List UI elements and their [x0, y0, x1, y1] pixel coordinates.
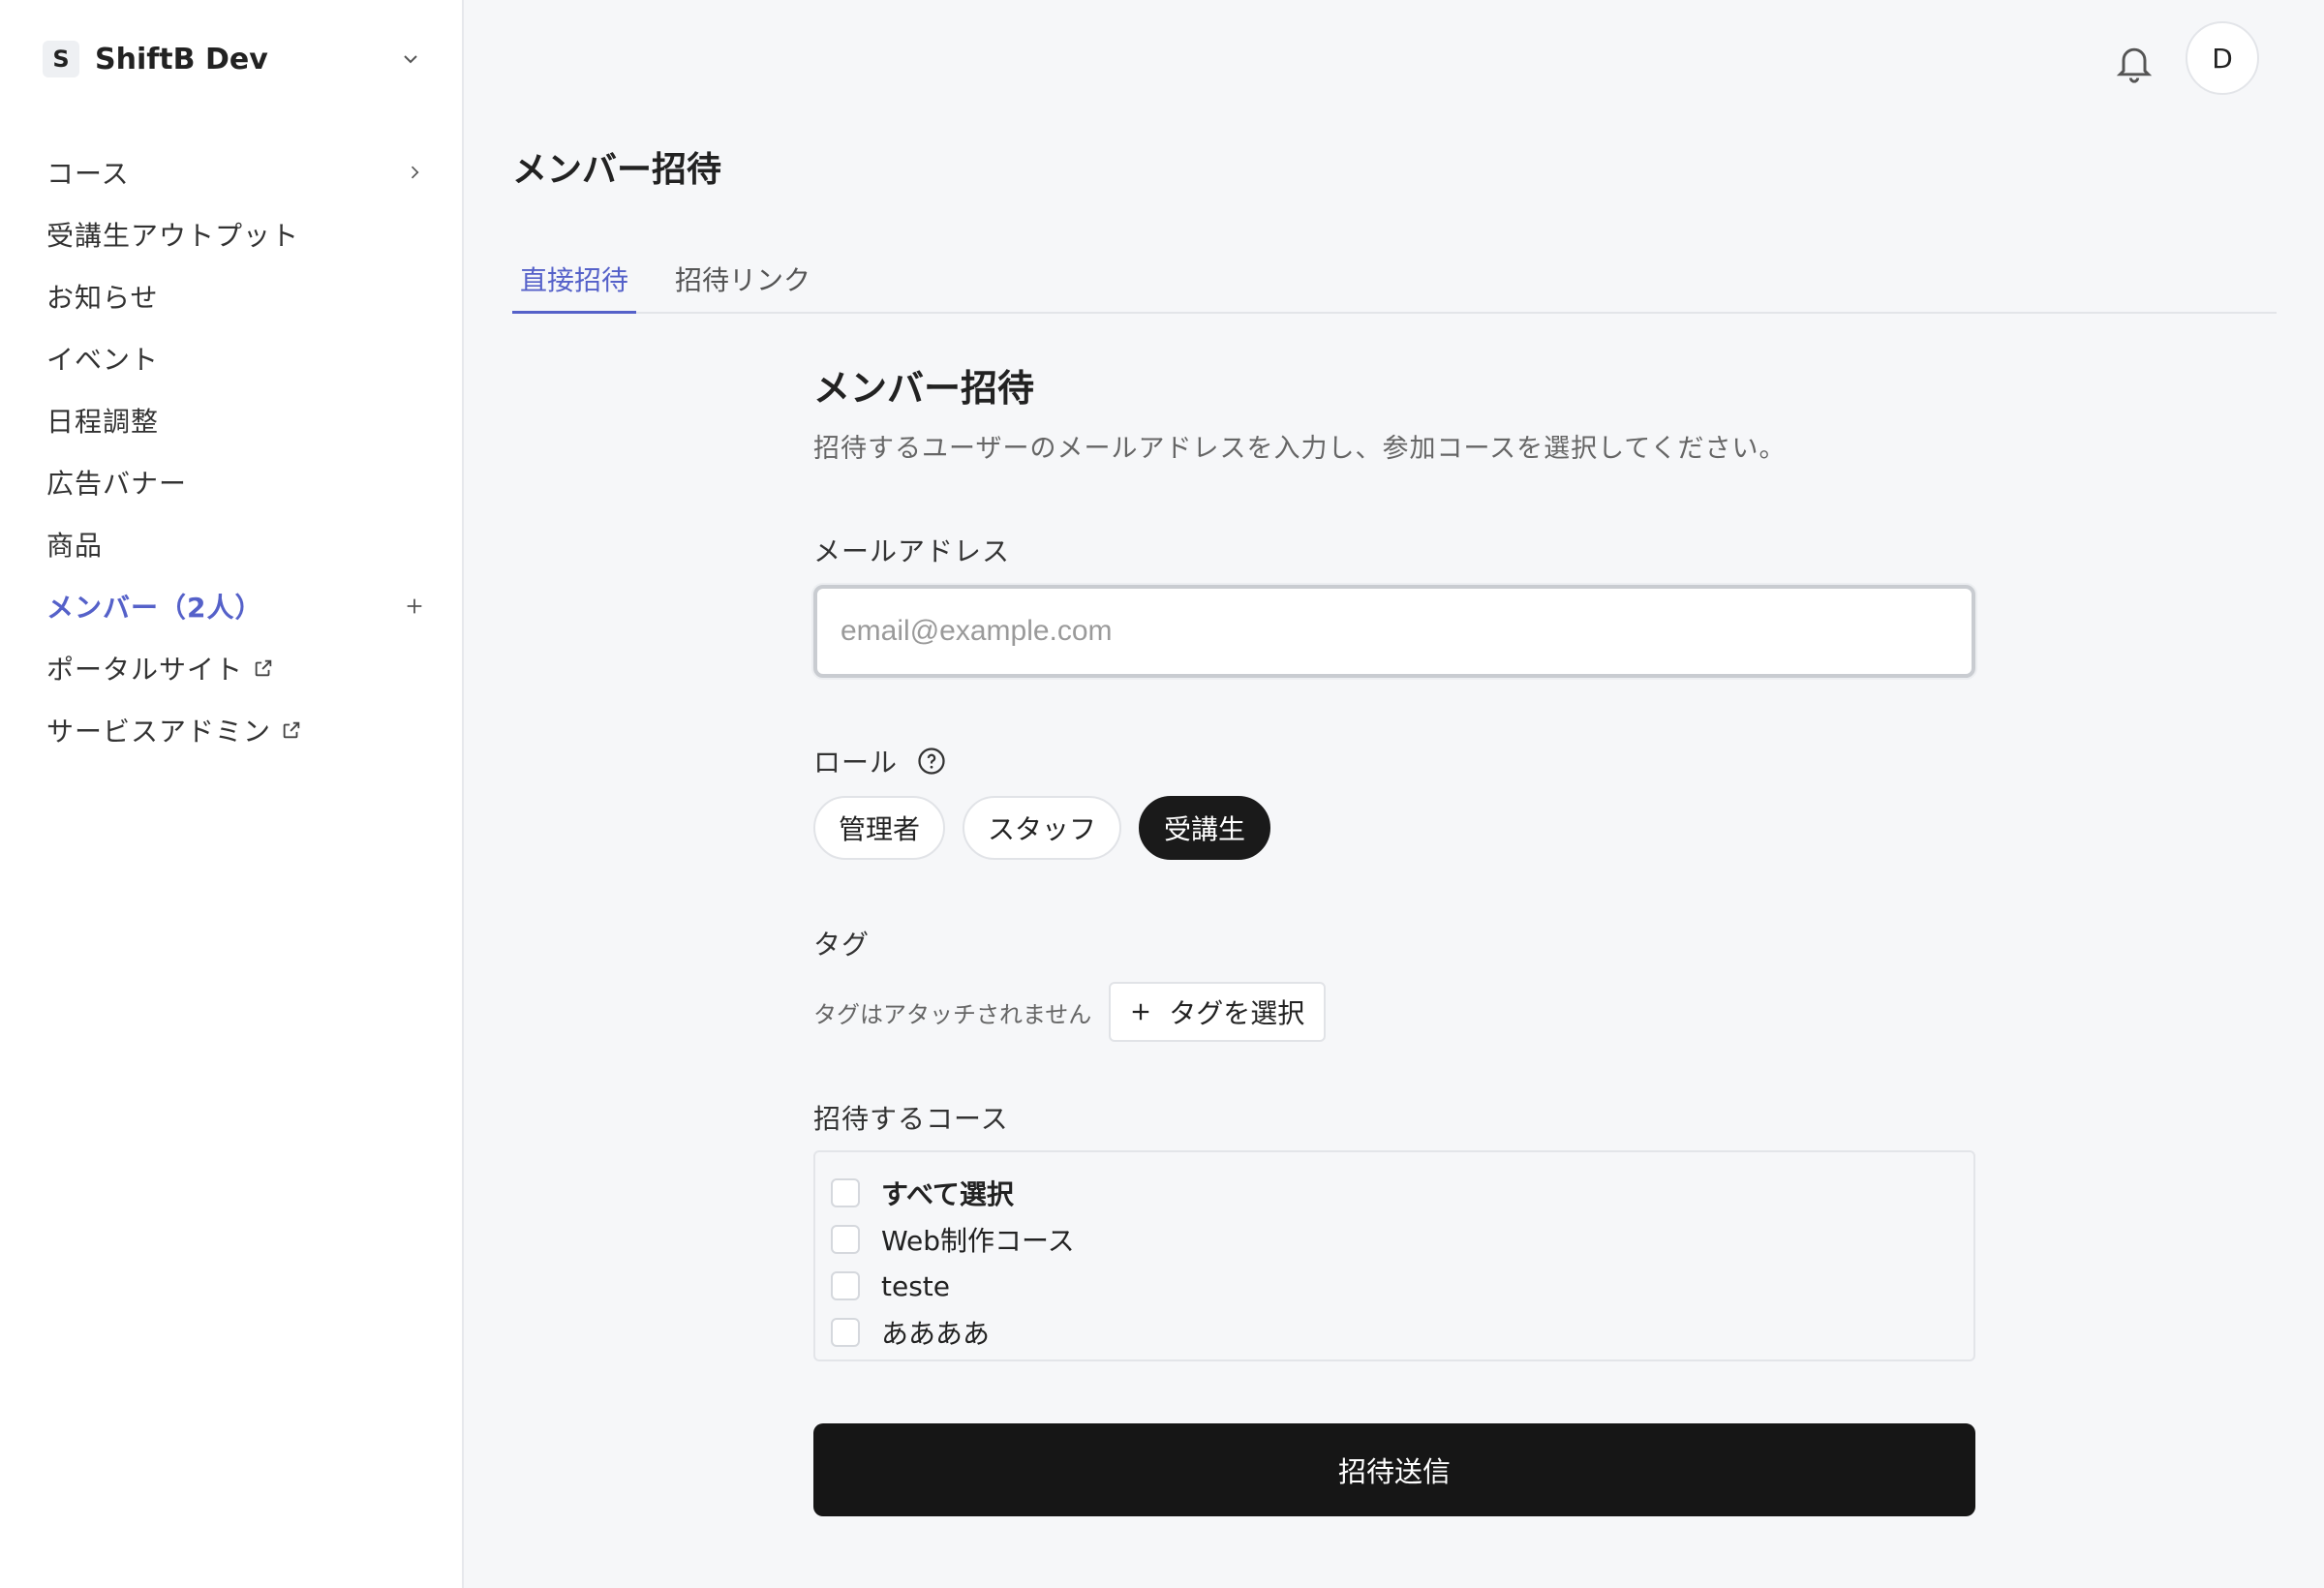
sidebar-item-scheduling[interactable]: 日程調整 [46, 389, 426, 451]
sidebar-item-label: 広告バナー [46, 468, 188, 500]
checkbox[interactable] [831, 1271, 860, 1300]
workspace-badge: S [43, 41, 79, 77]
chevron-down-icon [404, 55, 417, 64]
sidebar-item-label: お知らせ [46, 282, 159, 314]
sidebar-item-portal-site[interactable]: ポータルサイト [46, 637, 426, 699]
sidebar: S ShiftB Dev コース 受講生アウトプット お知らせ イベント 日程調… [0, 0, 464, 1588]
chevron-right-icon[interactable] [403, 161, 426, 184]
tag-label: タグ [813, 929, 871, 961]
course-label-text: すべて選択 [881, 1178, 1014, 1210]
sidebar-item-label: コース [46, 158, 130, 190]
sidebar-item-service-admin[interactable]: サービスアドミン [46, 699, 426, 761]
plus-icon[interactable] [403, 595, 426, 618]
sidebar-item-members[interactable]: メンバー（2人） [46, 575, 426, 637]
course-item[interactable]: Web制作コース [831, 1216, 1958, 1263]
email-field[interactable] [813, 585, 1975, 678]
tab-bar: 直接招待 招待リンク [512, 250, 2277, 314]
form-description: 招待するユーザーのメールアドレスを入力し、参加コースを選択してください。 [813, 434, 1787, 464]
checkbox[interactable] [831, 1225, 860, 1254]
sidebar-item-events[interactable]: イベント [46, 327, 426, 389]
sidebar-item-label: 受講生アウトプット [46, 220, 300, 252]
course-select-all[interactable]: すべて選択 [831, 1170, 1958, 1216]
role-selector: 管理者 スタッフ 受講生 [813, 796, 1975, 860]
sidebar-item-label: サービスアドミン [46, 716, 272, 748]
page-title: メンバー招待 [512, 150, 722, 190]
tab-direct-invite[interactable]: 直接招待 [512, 250, 637, 314]
plus-icon [1133, 1003, 1149, 1021]
main-content: D メンバー招待 直接招待 招待リンク メンバー招待 招待するユーザーのメールア… [464, 0, 2324, 1588]
send-invite-button[interactable]: 招待送信 [813, 1423, 1975, 1516]
external-link-icon [255, 659, 272, 677]
sidebar-item-label: メンバー（2人） [46, 592, 263, 624]
tag-empty-text: タグはアタッチされません [813, 1000, 1092, 1028]
select-tag-button[interactable]: タグを選択 [1109, 982, 1327, 1042]
course-label-text: ああああ [881, 1318, 991, 1350]
course-item[interactable]: ああああ [831, 1309, 1958, 1356]
bell-icon[interactable] [2113, 39, 2156, 85]
course-label-text: Web制作コース [881, 1225, 1075, 1257]
sidebar-item-label: イベント [46, 344, 160, 376]
avatar[interactable]: D [2186, 21, 2259, 95]
sidebar-item-course[interactable]: コース [46, 141, 426, 203]
sidebar-item-label: 商品 [46, 530, 104, 562]
workspace-name: ShiftB Dev [95, 42, 268, 76]
tab-invite-link[interactable]: 招待リンク [667, 250, 818, 314]
sidebar-item-products[interactable]: 商品 [46, 513, 426, 575]
form-title: メンバー招待 [813, 367, 1035, 410]
select-tag-label: タグを選択 [1169, 997, 1305, 1029]
help-icon[interactable] [917, 747, 946, 776]
role-student-button[interactable]: 受講生 [1139, 796, 1271, 860]
sidebar-item-student-output[interactable]: 受講生アウトプット [46, 203, 426, 265]
checkbox[interactable] [831, 1318, 860, 1347]
sidebar-nav: コース 受講生アウトプット お知らせ イベント 日程調整 広告バナー 商品 メン… [46, 141, 426, 761]
role-admin-button[interactable]: 管理者 [813, 796, 946, 860]
workspace-switcher[interactable]: S ShiftB Dev [43, 35, 422, 83]
sidebar-item-label: 日程調整 [46, 406, 160, 438]
sidebar-item-ad-banner[interactable]: 広告バナー [46, 451, 426, 513]
invite-form: メンバー招待 招待するユーザーのメールアドレスを入力し、参加コースを選択してくだ… [813, 358, 1975, 1516]
email-label: メールアドレス [813, 535, 1011, 567]
sidebar-item-label: ポータルサイト [46, 654, 244, 686]
external-link-icon [283, 721, 300, 739]
checkbox[interactable] [831, 1178, 860, 1207]
course-label-text: teste [881, 1269, 950, 1302]
course-label: 招待するコース [813, 1103, 1009, 1135]
role-staff-button[interactable]: スタッフ [963, 796, 1122, 860]
role-label: ロール [813, 747, 899, 779]
course-list: すべて選択 Web制作コース teste ああああ [813, 1150, 1975, 1361]
sidebar-item-notices[interactable]: お知らせ [46, 265, 426, 327]
course-item[interactable]: teste [831, 1263, 1958, 1309]
